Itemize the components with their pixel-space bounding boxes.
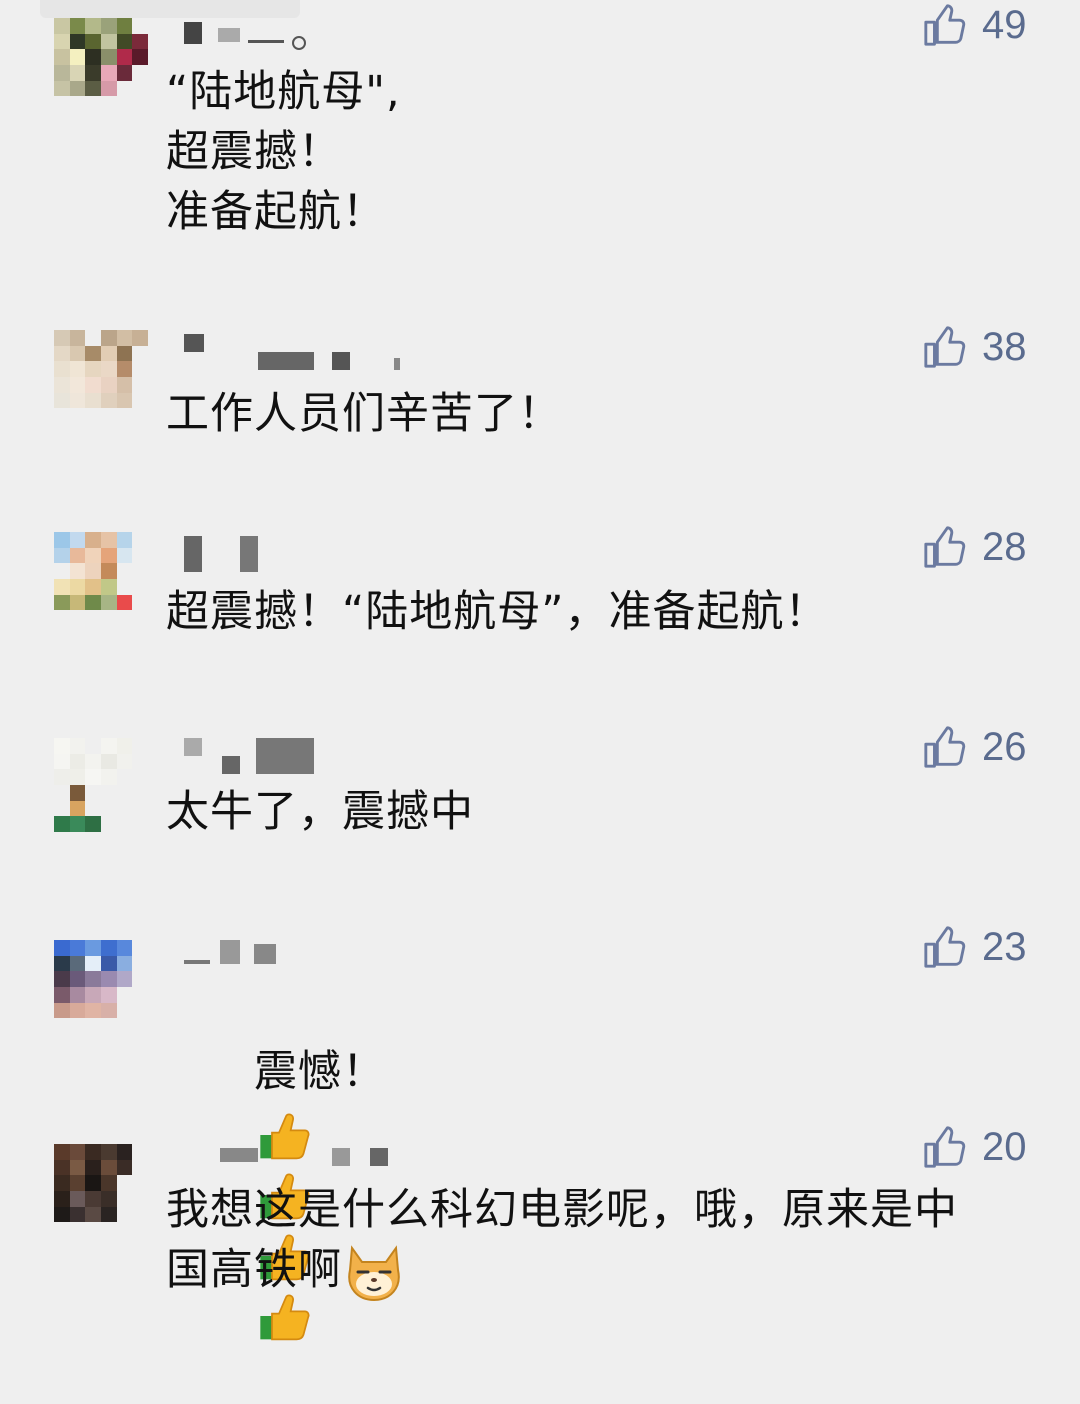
avatar[interactable] — [54, 330, 148, 424]
thumbs-up-outline-icon — [924, 526, 966, 568]
thumbs-up-outline-icon — [924, 326, 966, 368]
nickname-redacted[interactable] — [184, 738, 324, 778]
thumbs-up-outline-icon — [924, 1126, 966, 1168]
avatar[interactable] — [54, 532, 148, 626]
nickname-redacted[interactable] — [184, 334, 424, 374]
like-button[interactable]: 23 — [922, 922, 1027, 972]
nickname-redacted[interactable] — [184, 1144, 394, 1184]
like-count: 49 — [982, 2, 1027, 47]
comment-line: 超震撼！ — [166, 127, 342, 177]
comment-line-text: 震憾！ — [254, 1047, 387, 1097]
scroll-top-edge — [40, 0, 300, 18]
avatar[interactable] — [54, 738, 148, 832]
like-count: 20 — [982, 1124, 1027, 1169]
comment-text: 工作人员们辛苦了！ — [166, 384, 1026, 444]
comment-line: 太牛了，震撼中 — [166, 787, 474, 837]
like-button[interactable]: 26 — [922, 722, 1027, 772]
comment-line: 工作人员们辛苦了！ — [166, 389, 562, 439]
comment-text: 太牛了，震撼中 — [166, 782, 1026, 842]
avatar[interactable] — [54, 940, 148, 1034]
comment-line: 我想这是什么科幻电影呢，哦，原来是中 — [166, 1185, 958, 1235]
avatar[interactable] — [54, 1144, 148, 1238]
avatar[interactable] — [54, 18, 148, 112]
like-button[interactable]: 28 — [922, 522, 1027, 572]
like-count: 28 — [982, 524, 1027, 569]
nickname-redacted[interactable] — [184, 536, 264, 576]
like-button[interactable]: 38 — [922, 322, 1027, 372]
comment-line: 超震撼！“陆地航母”，准备起航！ — [166, 587, 829, 637]
like-button[interactable]: 49 — [922, 0, 1027, 50]
like-count: 26 — [982, 724, 1027, 769]
comment-text: 我想这是什么科幻电影呢，哦，原来是中 国高铁啊 — [166, 1180, 1026, 1302]
nickname-redacted[interactable] — [184, 940, 294, 980]
thumbs-up-outline-icon — [924, 926, 966, 968]
thumbs-up-outline-icon — [924, 4, 966, 46]
comment-line-text: 国高铁啊 — [166, 1245, 342, 1295]
like-count: 38 — [982, 324, 1027, 369]
thumbs-up-outline-icon — [924, 726, 966, 768]
comment-line: “陆地航母", — [166, 67, 401, 117]
like-button[interactable]: 20 — [922, 1122, 1027, 1172]
comment-text: “陆地航母", 超震撼！ 准备起航！ — [166, 62, 1026, 242]
like-count: 23 — [982, 924, 1027, 969]
comment-line: 准备起航！ — [166, 187, 386, 237]
comment-line: 国高铁啊 — [166, 1240, 1026, 1302]
nickname-redacted[interactable] — [184, 18, 314, 58]
smug-dog-emoji — [348, 1244, 400, 1301]
comment-text: 超震撼！“陆地航母”，准备起航！ — [166, 582, 1026, 642]
